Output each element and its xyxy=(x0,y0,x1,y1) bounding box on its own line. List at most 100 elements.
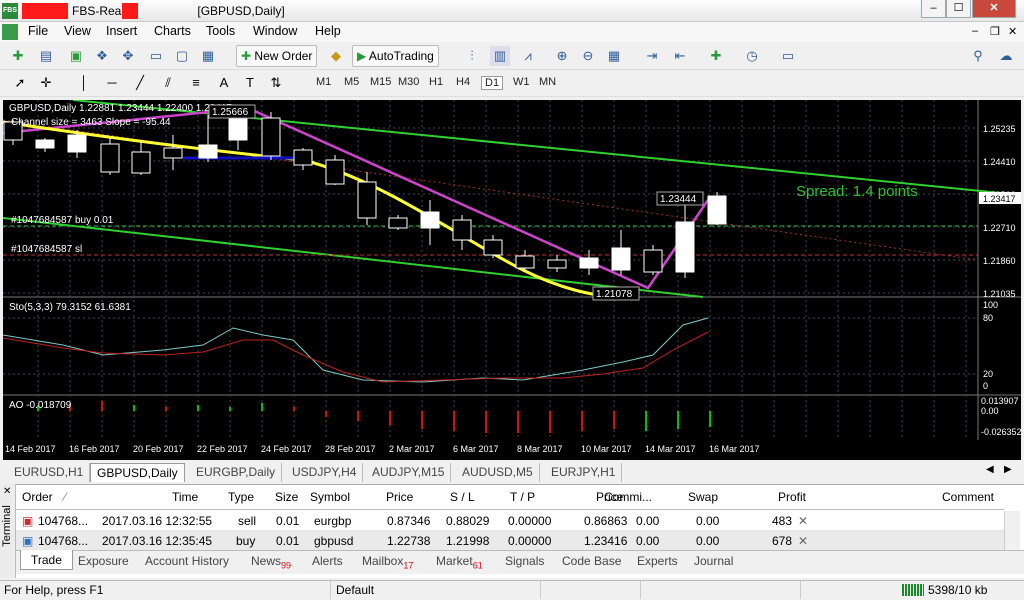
mdi-minimize-button[interactable]: – xyxy=(972,25,978,37)
col-type[interactable]: Type xyxy=(228,490,254,504)
market-watch-icon[interactable]: ▣ xyxy=(66,46,86,66)
app-menu-icon[interactable] xyxy=(2,24,18,40)
tile-windows-icon[interactable]: ▦ xyxy=(604,46,624,66)
chart-shift-icon[interactable]: ⇤ xyxy=(670,46,690,66)
close-order-icon[interactable]: ✕ xyxy=(798,534,808,548)
tab-exposure[interactable]: Exposure xyxy=(78,554,129,568)
tf-m15[interactable]: M15 xyxy=(370,76,391,88)
col-symbol[interactable]: Symbol xyxy=(310,490,350,504)
tf-d1[interactable]: D1 xyxy=(481,76,504,90)
tf-m5[interactable]: M5 xyxy=(344,76,359,88)
arrows-icon[interactable]: ⇅ xyxy=(266,73,286,93)
line-chart-icon[interactable]: ⩘ xyxy=(518,46,538,66)
periods-icon[interactable]: ◷ xyxy=(742,46,762,66)
col-size[interactable]: Size xyxy=(275,490,298,504)
cursor-icon[interactable]: ➚ xyxy=(10,73,30,93)
tf-m30[interactable]: M30 xyxy=(398,76,419,88)
bar-chart-icon[interactable]: ⫶ xyxy=(462,46,482,66)
new-chart-icon[interactable]: ✚ xyxy=(8,46,28,66)
close-button[interactable]: ✕ xyxy=(972,0,1016,18)
chart-tab-audusd[interactable]: AUDUSD,M5 xyxy=(456,463,540,482)
row-tp[interactable]: 0.00000 xyxy=(508,534,551,548)
tab-trade[interactable]: Trade xyxy=(20,550,73,570)
zoom-in-icon[interactable]: ⊕ xyxy=(552,46,572,66)
minimize-button[interactable]: – xyxy=(921,0,946,18)
templates-icon[interactable]: ▭ xyxy=(778,46,798,66)
tab-mailbox[interactable]: Mailbox17 xyxy=(362,554,413,570)
row-sl[interactable]: 0.88029 xyxy=(446,514,489,528)
menu-file[interactable]: File xyxy=(28,24,48,38)
col-comment[interactable]: Comment xyxy=(942,490,994,504)
menu-window[interactable]: Window xyxy=(253,24,297,38)
terminal-scrollbar[interactable] xyxy=(1004,511,1020,551)
col-swap[interactable]: Swap xyxy=(688,490,718,504)
menu-tools[interactable]: Tools xyxy=(206,24,235,38)
metaquotes-icon[interactable]: ◆ xyxy=(326,46,346,66)
menu-help[interactable]: Help xyxy=(315,24,341,38)
maximize-button[interactable]: ☐ xyxy=(946,0,971,18)
text-icon[interactable]: A xyxy=(214,73,234,93)
chart-tab-audjpy[interactable]: AUDJPY,M15 xyxy=(366,463,452,482)
chart-tab-eurusd[interactable]: EURUSD,H1 xyxy=(8,463,91,482)
col-order[interactable]: Order xyxy=(22,490,53,504)
text-label-icon[interactable]: T xyxy=(240,73,260,93)
col-tp[interactable]: T / P xyxy=(510,490,535,504)
new-order-button[interactable]: ✚ New Order xyxy=(236,45,318,67)
menu-charts[interactable]: Charts xyxy=(154,24,191,38)
zoom-out-icon[interactable]: ⊖ xyxy=(578,46,598,66)
crosshair-icon[interactable]: ✛ xyxy=(36,73,56,93)
tf-w1[interactable]: W1 xyxy=(513,76,530,88)
data-window-icon[interactable]: ❖ xyxy=(92,46,112,66)
search-icon[interactable]: ⚲ xyxy=(968,46,988,66)
mdi-restore-button[interactable]: ❐ xyxy=(990,25,1000,38)
tab-account-history[interactable]: Account History xyxy=(145,554,229,568)
col-sl[interactable]: S / L xyxy=(450,490,475,504)
tab-scroll-right-icon[interactable]: ▶ xyxy=(1004,464,1012,475)
col-time[interactable]: Time xyxy=(172,490,198,504)
tab-signals[interactable]: Signals xyxy=(505,554,544,568)
profiles-icon[interactable]: ▤ xyxy=(36,46,56,66)
channel-icon[interactable]: ⫽ xyxy=(158,73,178,93)
chart-tab-usdjpy[interactable]: USDJPY,H4 xyxy=(286,463,364,482)
tf-mn[interactable]: MN xyxy=(539,76,556,88)
tf-h1[interactable]: H1 xyxy=(429,76,443,88)
menu-insert[interactable]: Insert xyxy=(106,24,137,38)
tester-icon[interactable]: ▢ xyxy=(172,46,192,66)
chart-tab-eurjpy[interactable]: EURJPY,H1 xyxy=(545,463,623,482)
col-profit[interactable]: Profit xyxy=(778,490,806,504)
row-sl[interactable]: 1.21998 xyxy=(446,534,489,548)
tab-news[interactable]: News99 xyxy=(251,554,291,570)
tab-market[interactable]: Market61 xyxy=(436,554,483,570)
vertical-line-icon[interactable]: │ xyxy=(74,73,94,93)
tf-h4[interactable]: H4 xyxy=(456,76,470,88)
auto-scroll-icon[interactable]: ⇥ xyxy=(642,46,662,66)
chart-tab-eurgbp[interactable]: EURGBP,Daily xyxy=(190,463,283,482)
tab-code-base[interactable]: Code Base xyxy=(562,554,621,568)
status-profile[interactable]: Default xyxy=(336,583,374,597)
mdi-close-button[interactable]: ✕ xyxy=(1008,25,1017,38)
close-order-icon[interactable]: ✕ xyxy=(798,514,808,528)
fibonacci-icon[interactable]: ≡ xyxy=(186,73,206,93)
col-commission[interactable]: Commi... xyxy=(604,490,652,504)
col-price[interactable]: Price xyxy=(386,490,413,504)
tf-m1[interactable]: M1 xyxy=(316,76,331,88)
navigator-icon[interactable]: ✥ xyxy=(118,46,138,66)
trendline-icon[interactable]: ╱ xyxy=(130,73,150,93)
meta-editor-icon[interactable]: ▦ xyxy=(198,46,218,66)
candlestick-icon[interactable]: ▥ xyxy=(490,46,510,66)
horizontal-line-icon[interactable]: ─ xyxy=(102,73,122,93)
chat-icon[interactable]: ☁ xyxy=(996,46,1016,66)
tab-alerts[interactable]: Alerts xyxy=(312,554,343,568)
terminal-icon[interactable]: ▭ xyxy=(146,46,166,66)
indicators-icon[interactable]: ✚ xyxy=(706,46,726,66)
menu-view[interactable]: View xyxy=(64,24,91,38)
autotrading-button[interactable]: ▶ AutoTrading xyxy=(352,45,439,67)
row-tp[interactable]: 0.00000 xyxy=(508,514,551,528)
price-chart-canvas[interactable]: GBPUSD,Daily 1.22881 1.23444 1.22400 1.2… xyxy=(3,100,1021,460)
tab-experts[interactable]: Experts xyxy=(637,554,678,568)
tab-scroll-left-icon[interactable]: ◀ xyxy=(986,464,994,475)
chart-tab-gbpusd[interactable]: GBPUSD,Daily xyxy=(90,463,185,482)
terminal-close-icon[interactable]: ✕ xyxy=(3,486,11,497)
tab-journal[interactable]: Journal xyxy=(694,554,733,568)
chart-window[interactable]: GBPUSD,Daily 1.22881 1.23444 1.22400 1.2… xyxy=(3,100,1021,460)
